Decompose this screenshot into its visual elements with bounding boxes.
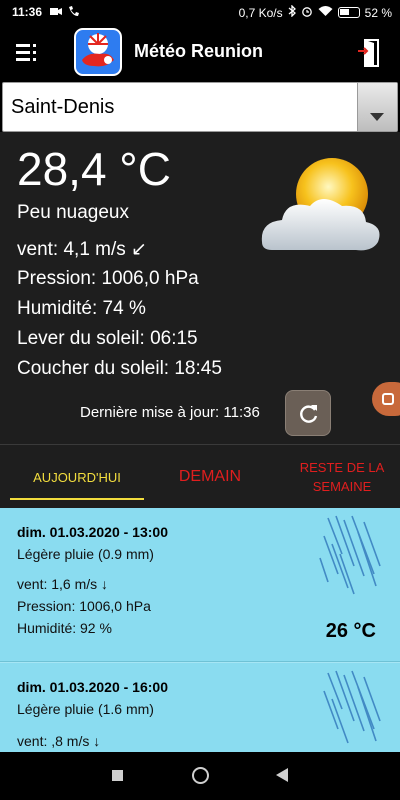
forecast-card[interactable]: dim. 01.03.2020 - 16:00 Légère pluie (1.…	[0, 662, 400, 752]
refresh-button[interactable]	[285, 390, 331, 436]
camera-icon	[382, 393, 394, 405]
battery-level: 52 %	[364, 5, 392, 20]
phone-icon	[68, 5, 80, 17]
app-bar: Météo Reunion	[0, 24, 400, 82]
menu-icon[interactable]	[16, 42, 40, 64]
video-icon	[50, 5, 62, 17]
forecast-wind: vent: ,8 m/s ↓	[17, 733, 101, 749]
location-select-value: Saint-Denis	[11, 96, 115, 118]
tab-tomorrow[interactable]: DEMAIN	[150, 445, 270, 509]
forecast-list[interactable]: dim. 01.03.2020 - 13:00 Légère pluie (0.…	[0, 508, 400, 752]
status-bar: 11:36 0,7 Ko/s 52 %	[0, 0, 400, 24]
tab-rest-of-week[interactable]: RESTE DE LA SEMAINE	[290, 445, 394, 509]
app-title: Météo Reunion	[134, 41, 263, 61]
wifi-icon	[318, 5, 333, 20]
dropdown-arrow-icon[interactable]	[357, 83, 397, 131]
bluetooth-icon	[288, 4, 296, 20]
forecast-description: Légère pluie (1.6 mm)	[17, 701, 154, 717]
status-time: 11:36	[12, 5, 43, 19]
recent-apps-button[interactable]	[112, 770, 123, 781]
sun-cloud-icon	[252, 156, 392, 266]
back-button[interactable]	[276, 768, 288, 787]
floating-camera-button[interactable]	[372, 382, 400, 416]
exit-door-icon[interactable]	[358, 38, 380, 68]
active-tab-indicator	[10, 498, 144, 500]
location-select[interactable]: Saint-Denis	[2, 82, 398, 132]
sunset-time: Coucher du soleil: 18:45	[17, 358, 222, 379]
forecast-card[interactable]: dim. 01.03.2020 - 13:00 Légère pluie (0.…	[0, 508, 400, 662]
home-button[interactable]	[192, 767, 209, 784]
current-wind: vent: 4,1 m/s ↙	[17, 239, 147, 260]
forecast-tabs: AUJOURD'HUI DEMAIN RESTE DE LA SEMAINE	[0, 444, 400, 508]
sunrise-time: Lever du soleil: 06:15	[17, 328, 198, 349]
app-logo	[74, 28, 122, 76]
battery-icon	[337, 7, 360, 18]
network-speed: 0,7 Ko/s	[238, 5, 283, 20]
forecast-title: dim. 01.03.2020 - 13:00	[17, 524, 168, 540]
forecast-pressure: Pression: 1006,0 hPa	[17, 598, 151, 614]
last-update-label: Dernière mise à jour: 11:36	[80, 404, 260, 421]
alarm-icon	[301, 5, 313, 20]
current-temperature: 28,4 °C	[17, 143, 171, 195]
forecast-title: dim. 01.03.2020 - 16:00	[17, 679, 168, 695]
forecast-humidity: Humidité: 92 %	[17, 620, 112, 636]
system-nav-bar	[0, 752, 400, 800]
forecast-temperature: 26 °C	[325, 620, 376, 642]
rain-icon	[314, 669, 386, 751]
current-pressure: Pression: 1006,0 hPa	[17, 268, 199, 289]
refresh-icon	[300, 405, 318, 423]
forecast-wind: vent: 1,6 m/s ↓	[17, 576, 109, 592]
forecast-description: Légère pluie (0.9 mm)	[17, 546, 154, 562]
rain-icon	[314, 514, 386, 596]
current-humidity: Humidité: 74 %	[17, 298, 146, 319]
current-condition: Peu nuageux	[17, 202, 129, 223]
current-weather-panel: 28,4 °C Peu nuageux vent: 4,1 m/s ↙ Pres…	[0, 132, 400, 444]
